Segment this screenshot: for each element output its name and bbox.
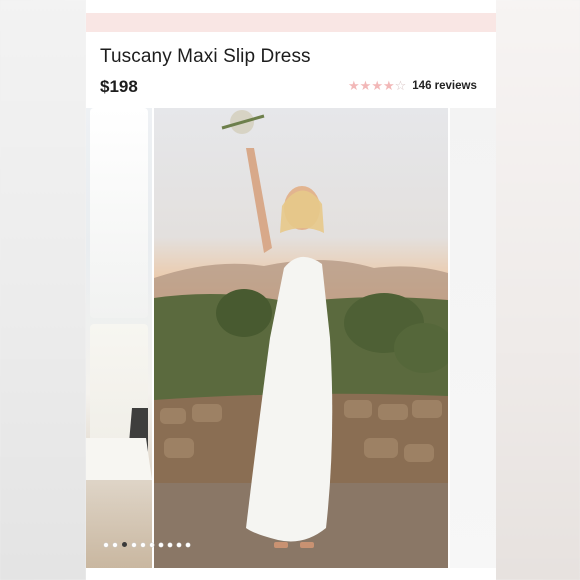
star-filled-icon: ★ <box>359 78 372 93</box>
pagination-dot[interactable] <box>141 542 145 547</box>
star-filled-icon: ★ <box>371 78 383 93</box>
product-price: $198 <box>100 77 138 96</box>
gallery-pagination[interactable] <box>104 542 190 547</box>
previous-product-image[interactable] <box>86 108 152 568</box>
pagination-dot[interactable] <box>132 542 136 547</box>
pagination-dot[interactable] <box>104 542 108 547</box>
product-photo-icon <box>154 110 448 568</box>
image-gallery[interactable] <box>86 108 496 568</box>
main-product-image[interactable] <box>154 108 448 568</box>
pagination-dot[interactable] <box>168 542 172 547</box>
review-count-link[interactable]: 146 reviews <box>412 80 477 92</box>
pagination-dot[interactable] <box>122 542 127 547</box>
pagination-dot[interactable] <box>159 542 163 547</box>
next-product-image[interactable] <box>450 108 496 568</box>
pagination-dot[interactable] <box>177 542 181 547</box>
star-filled-icon: ★ <box>348 78 360 93</box>
rating[interactable]: ★ ★ ★ ★ ☆ 146 reviews <box>348 79 477 93</box>
star-empty-icon: ☆ <box>394 78 407 93</box>
pagination-dot[interactable] <box>150 542 154 547</box>
pagination-dot[interactable] <box>186 542 190 547</box>
pagination-dot[interactable] <box>113 542 117 547</box>
product-title: Tuscany Maxi Slip Dress <box>100 46 311 67</box>
product-card: Tuscany Maxi Slip Dress $198 ★ ★ ★ ★ ☆ 146 r… <box>86 0 496 580</box>
top-banner-strip <box>86 13 496 32</box>
star-filled-icon: ★ <box>382 78 395 93</box>
background-left <box>0 0 86 580</box>
star-rating: ★ ★ ★ ★ ☆ <box>348 79 406 93</box>
previous-image-detail <box>86 408 152 480</box>
background-right <box>494 0 580 580</box>
